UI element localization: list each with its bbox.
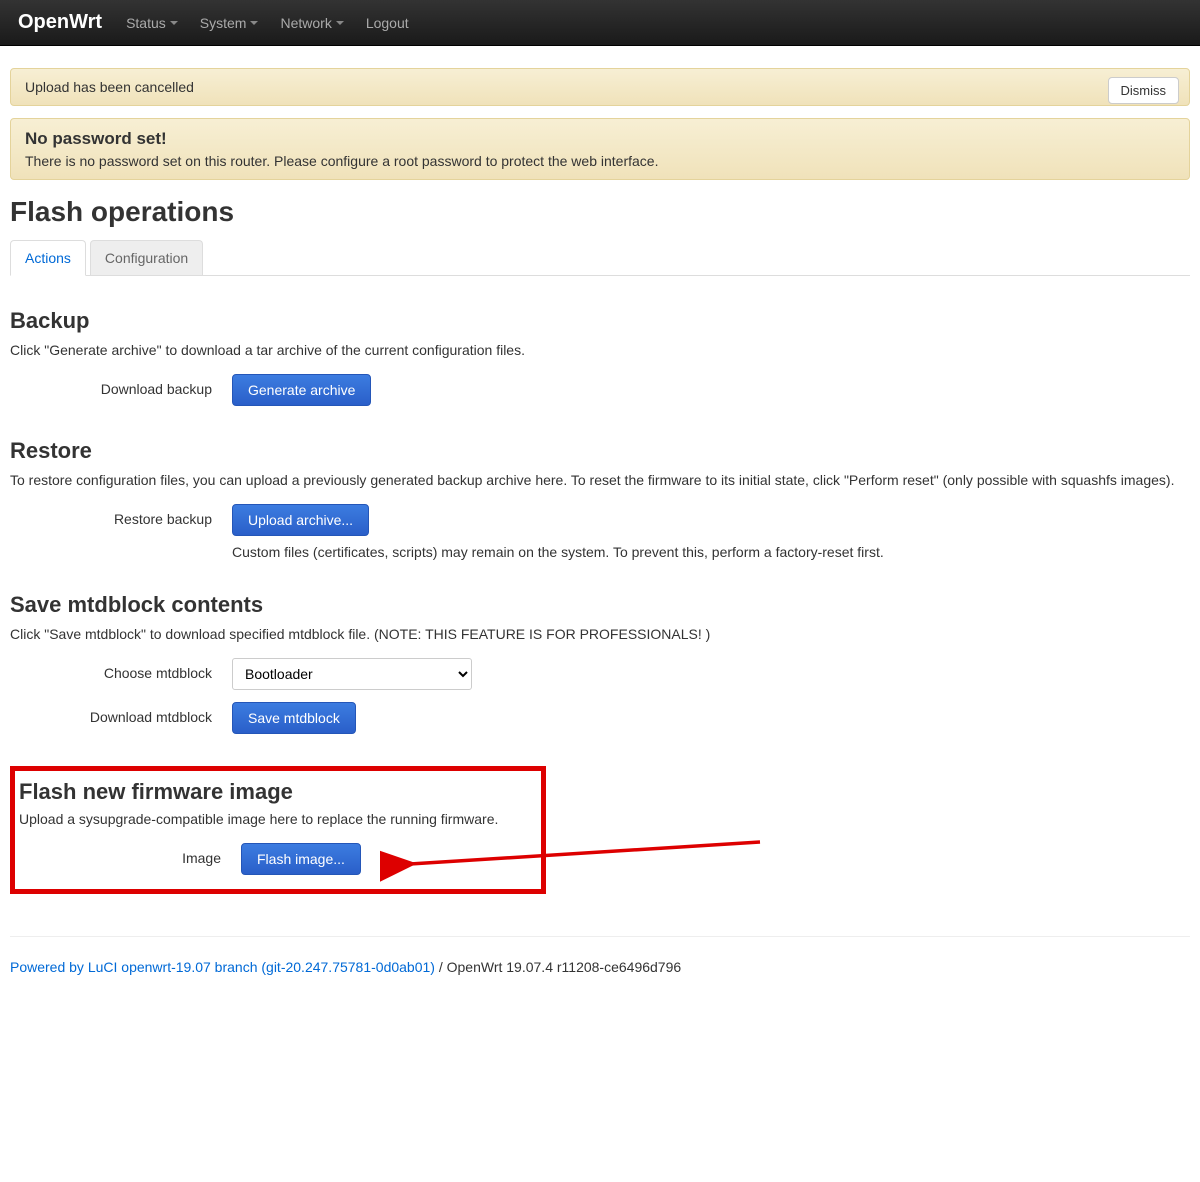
upload-archive-button[interactable]: Upload archive... xyxy=(232,504,369,536)
footer-version: / OpenWrt 19.07.4 r11208-ce6496d796 xyxy=(435,959,681,975)
flash-image-label: Image xyxy=(19,843,241,866)
tabs: Actions Configuration xyxy=(10,240,1190,276)
section-mtdblock: Save mtdblock contents Click "Save mtdbl… xyxy=(10,592,1190,734)
nav-system-label: System xyxy=(200,15,247,31)
restore-backup-label: Restore backup xyxy=(10,504,232,527)
tab-configuration[interactable]: Configuration xyxy=(90,240,203,275)
choose-mtdblock-select[interactable]: Bootloader xyxy=(232,658,472,690)
nav-network-label: Network xyxy=(280,15,331,31)
section-backup: Backup Click "Generate archive" to downl… xyxy=(10,308,1190,406)
restore-desc: To restore configuration files, you can … xyxy=(10,472,1190,488)
nav-status[interactable]: Status xyxy=(126,15,178,31)
alert-no-password-title: No password set! xyxy=(25,129,1175,149)
alert-no-password-text: There is no password set on this router.… xyxy=(25,153,1175,169)
backup-heading: Backup xyxy=(10,308,1190,334)
save-mtdblock-button[interactable]: Save mtdblock xyxy=(232,702,356,734)
generate-archive-button[interactable]: Generate archive xyxy=(232,374,371,406)
mtdblock-heading: Save mtdblock contents xyxy=(10,592,1190,618)
brand[interactable]: OpenWrt xyxy=(18,11,102,34)
footer-link[interactable]: Powered by LuCI openwrt-19.07 branch (gi… xyxy=(10,959,435,975)
restore-hint: Custom files (certificates, scripts) may… xyxy=(232,544,1190,560)
mtdblock-desc: Click "Save mtdblock" to download specif… xyxy=(10,626,1190,642)
alert-no-password: No password set! There is no password se… xyxy=(10,118,1190,180)
section-flash-firmware: Flash new firmware image Upload a sysupg… xyxy=(10,766,546,894)
navbar: OpenWrt Status System Network Logout xyxy=(0,0,1200,46)
download-mtdblock-label: Download mtdblock xyxy=(10,702,232,725)
nav-network[interactable]: Network xyxy=(280,15,343,31)
download-backup-label: Download backup xyxy=(10,374,232,397)
caret-down-icon xyxy=(250,21,258,25)
caret-down-icon xyxy=(336,21,344,25)
choose-mtdblock-label: Choose mtdblock xyxy=(10,658,232,681)
footer: Powered by LuCI openwrt-19.07 branch (gi… xyxy=(10,936,1190,1015)
nav-system[interactable]: System xyxy=(200,15,259,31)
dismiss-button[interactable]: Dismiss xyxy=(1108,77,1180,104)
alert-upload-text: Upload has been cancelled xyxy=(25,79,194,95)
section-restore: Restore To restore configuration files, … xyxy=(10,438,1190,560)
flash-image-button[interactable]: Flash image... xyxy=(241,843,361,875)
restore-heading: Restore xyxy=(10,438,1190,464)
flash-desc: Upload a sysupgrade-compatible image her… xyxy=(19,811,531,827)
page-title: Flash operations xyxy=(10,196,1190,228)
caret-down-icon xyxy=(170,21,178,25)
nav-logout[interactable]: Logout xyxy=(366,15,409,31)
flash-heading: Flash new firmware image xyxy=(19,779,531,805)
backup-desc: Click "Generate archive" to download a t… xyxy=(10,342,1190,358)
tab-actions[interactable]: Actions xyxy=(10,240,86,276)
nav-status-label: Status xyxy=(126,15,166,31)
alert-upload-cancelled: Upload has been cancelled Dismiss xyxy=(10,68,1190,106)
